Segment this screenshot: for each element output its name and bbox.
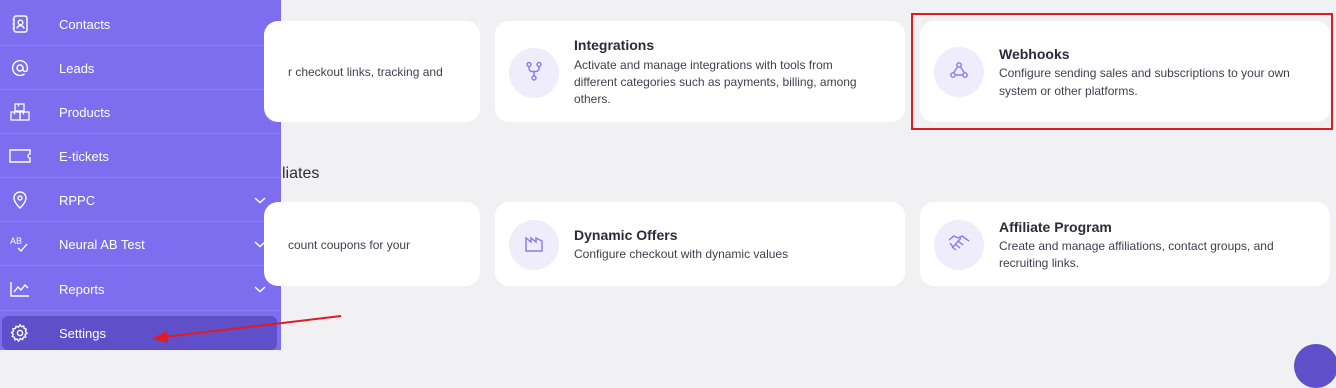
chevron-down-icon[interactable] [252, 192, 268, 208]
card-description: recruiting links. [999, 256, 1080, 270]
sidebar-item-label: Contacts [59, 16, 111, 32]
annotation-highlight-box [911, 13, 1333, 130]
contacts-icon [8, 12, 32, 36]
dynamic-offers-card[interactable]: Dynamic Offers Configure checkout with d… [495, 202, 905, 286]
boxes-icon [8, 100, 32, 124]
card-description: different categories such as payments, b… [574, 75, 857, 89]
integrations-card[interactable]: Integrations Activate and manage integra… [495, 21, 905, 122]
sidebar-item-neural-ab-test[interactable]: AB Neural AB Test [0, 223, 279, 266]
svg-text:AB: AB [10, 236, 22, 246]
at-sign-icon [8, 56, 32, 80]
card-title: Dynamic Offers [574, 227, 678, 243]
sidebar: Contacts Leads Products E-tickets RPPC A… [0, 0, 281, 350]
sidebar-item-products[interactable]: Products [0, 91, 279, 134]
affiliate-program-card[interactable]: Affiliate Program Create and manage affi… [920, 202, 1330, 286]
handshake-icon [947, 232, 971, 259]
sidebar-item-rppc[interactable]: RPPC [0, 179, 279, 222]
card-description: others. [574, 92, 611, 106]
chevron-down-icon[interactable] [252, 281, 268, 297]
card-title: Affiliate Program [999, 219, 1112, 235]
card-description: Activate and manage integrations with to… [574, 58, 833, 72]
card-description: count coupons for your [288, 238, 411, 252]
git-fork-icon [523, 60, 545, 87]
sidebar-item-label: RPPC [59, 192, 96, 208]
sidebar-item-label: E-tickets [59, 148, 109, 164]
card-description: Configure checkout with dynamic values [574, 247, 789, 261]
card-title: Integrations [574, 37, 655, 53]
card-description: Create and manage affiliations, contact … [999, 239, 1274, 253]
sidebar-item-e-tickets[interactable]: E-tickets [0, 135, 279, 178]
sidebar-item-label: Settings [59, 325, 106, 341]
sidebar-item-leads[interactable]: Leads [0, 47, 279, 90]
sidebar-item-contacts[interactable]: Contacts [0, 3, 279, 46]
integrations-icon-badge [509, 48, 559, 98]
section-title: liates [282, 165, 320, 182]
factory-icon [523, 232, 545, 259]
dynamic-offers-icon-badge [509, 220, 559, 270]
map-pin-icon [8, 188, 32, 212]
affiliate-program-icon-badge [934, 220, 984, 270]
gear-icon [8, 321, 32, 345]
sidebar-item-label: Reports [59, 281, 105, 297]
card-description: r checkout links, tracking and [288, 65, 443, 79]
sidebar-item-reports[interactable]: Reports [0, 268, 279, 311]
ab-test-icon: AB [8, 232, 32, 256]
ticket-icon [8, 144, 32, 168]
sidebar-item-label: Products [59, 104, 111, 120]
sidebar-item-label: Leads [59, 60, 95, 76]
sidebar-item-label: Neural AB Test [59, 236, 145, 252]
help-chat-button[interactable] [1294, 344, 1336, 388]
chart-icon [8, 277, 32, 301]
sidebar-item-settings[interactable]: Settings [2, 316, 277, 350]
